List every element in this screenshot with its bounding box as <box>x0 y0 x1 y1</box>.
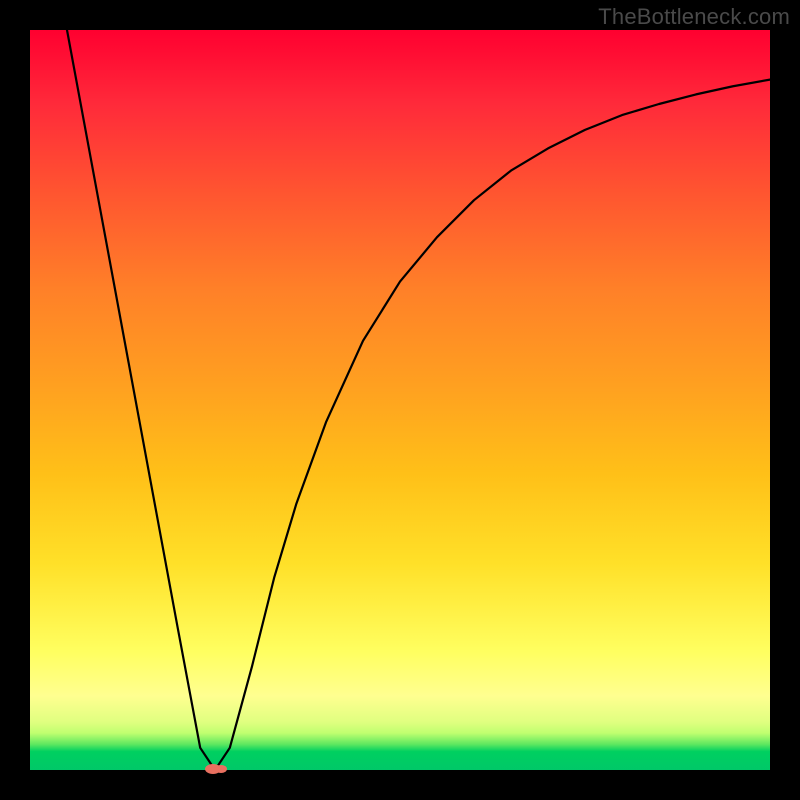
bottleneck-curve <box>30 30 770 770</box>
chart-frame: TheBottleneck.com <box>0 0 800 800</box>
optimal-point-marker-shadow <box>215 765 227 773</box>
watermark-text: TheBottleneck.com <box>598 4 790 30</box>
